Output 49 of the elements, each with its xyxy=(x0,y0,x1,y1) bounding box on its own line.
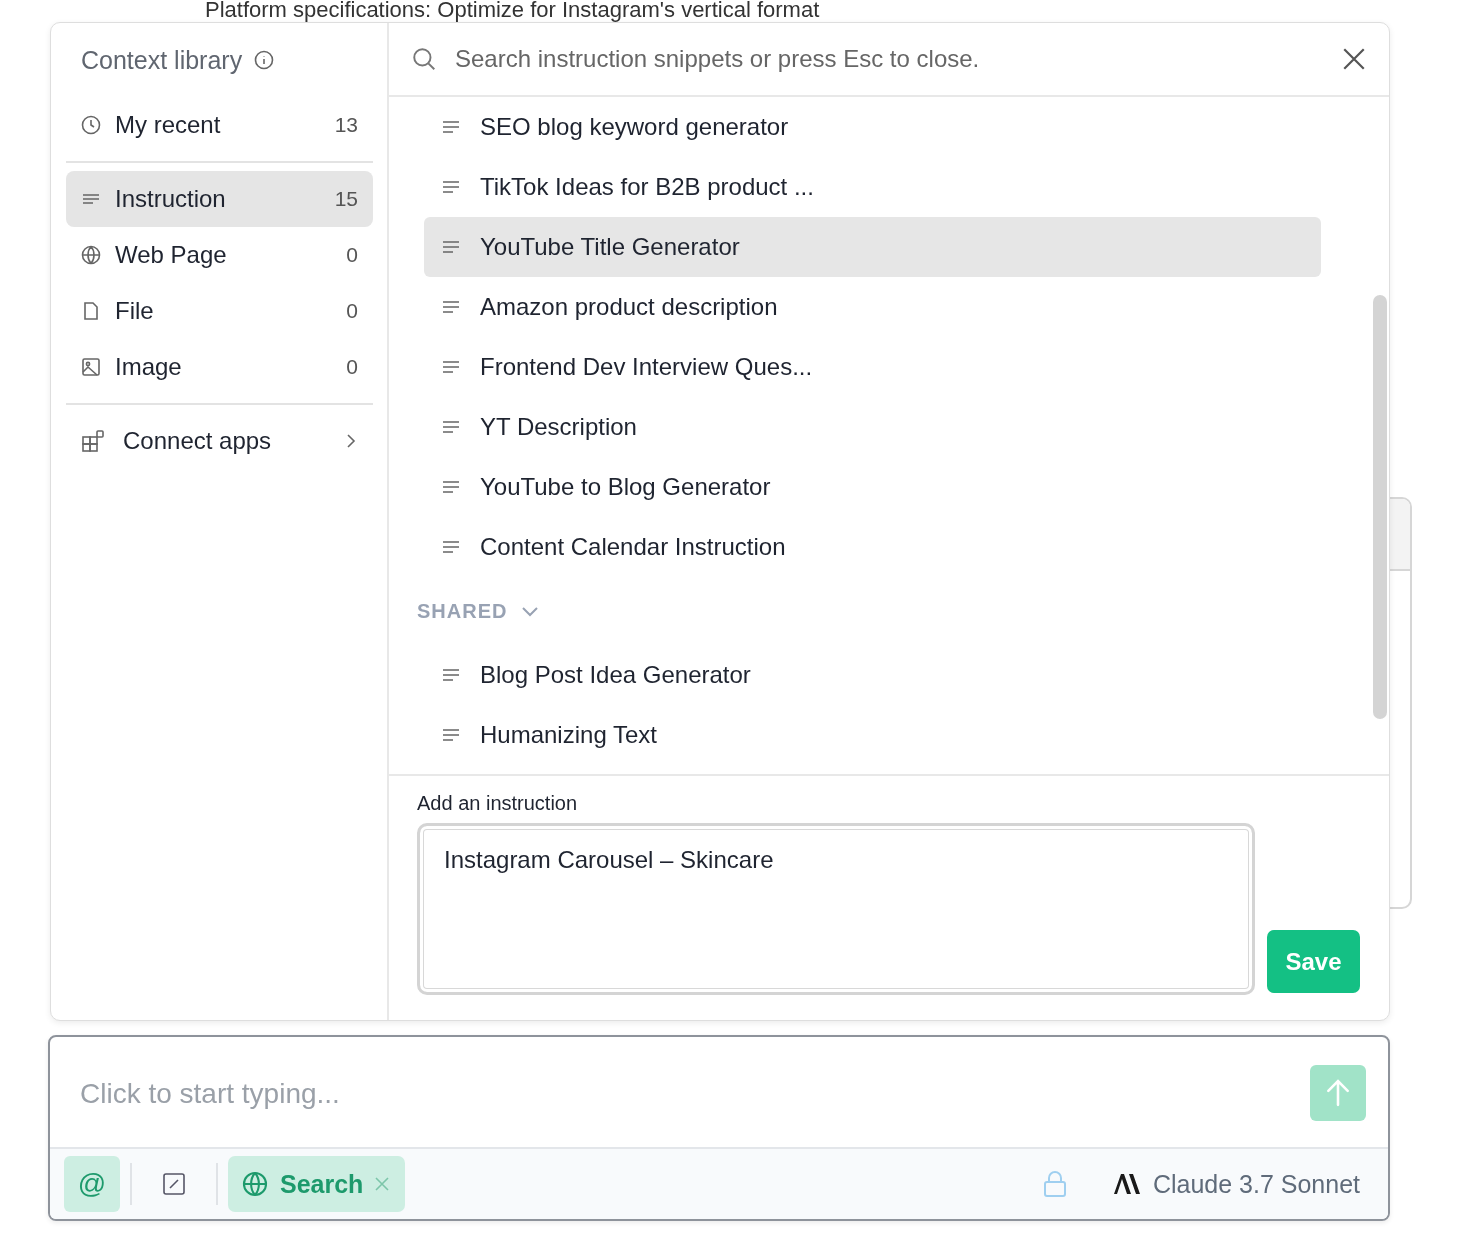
sidebar-item[interactable]: File 0 xyxy=(66,283,373,339)
add-instruction-label: Add an instruction xyxy=(417,792,579,815)
edit-icon xyxy=(162,1172,186,1196)
close-icon xyxy=(375,1177,390,1191)
lines-icon xyxy=(442,360,460,374)
lines-icon xyxy=(442,480,460,494)
sidebar-item[interactable]: Web Page 0 xyxy=(66,227,373,283)
sidebar-item[interactable]: Image 0 xyxy=(66,339,373,395)
sidebar-item[interactable]: Instruction 15 xyxy=(66,171,373,227)
lock-icon xyxy=(1042,1170,1067,1198)
background-text: Platform specifications: Optimize for Instagram's vertical format xyxy=(204,0,821,22)
snippet-item[interactable]: Amazon product description xyxy=(424,277,1321,337)
snippet-item[interactable]: TikTok Ideas for B2B product ... xyxy=(424,157,1321,217)
search-field[interactable]: Search instruction snippets or press Esc to close. xyxy=(453,44,1325,74)
instruction-input[interactable]: Instagram Carousel – Skincare xyxy=(417,823,1255,995)
close-icon[interactable] xyxy=(1341,46,1367,72)
lines-icon xyxy=(442,540,460,554)
image-icon xyxy=(81,357,101,377)
message-field[interactable]: Click to start typing... xyxy=(78,1077,1310,1111)
apps-icon xyxy=(81,428,107,454)
arrow-up-icon xyxy=(1325,1079,1351,1107)
snippet-item[interactable]: YouTube to Blog Generator xyxy=(424,457,1321,517)
lines-icon xyxy=(442,240,460,254)
snippet-item[interactable]: Frontend Dev Interview Ques... xyxy=(424,337,1321,397)
lines-icon xyxy=(442,728,460,742)
logo-icon xyxy=(1112,1173,1141,1195)
lines-icon xyxy=(442,420,460,434)
globe-icon xyxy=(81,245,101,265)
panel-title: Context library xyxy=(81,45,243,75)
sidebar-item[interactable]: My recent 13 xyxy=(66,97,373,153)
connect-apps-item[interactable]: Connect apps xyxy=(66,413,373,469)
info-icon xyxy=(254,50,275,70)
snippet-item[interactable]: Blog Post Idea Generator xyxy=(424,645,1321,705)
snippet-item[interactable]: Content Calendar Instruction xyxy=(424,517,1321,577)
lines-icon xyxy=(442,120,460,134)
lines-icon xyxy=(442,180,460,194)
file-icon xyxy=(81,301,101,321)
snippet-item[interactable]: Humanizing Text xyxy=(424,705,1321,765)
model-selector[interactable]: Claude 3.7 Sonnet xyxy=(1112,1169,1360,1199)
clock-icon xyxy=(81,115,101,135)
scrollbar[interactable] xyxy=(1373,295,1387,719)
snippet-item[interactable]: YouTube Title Generator xyxy=(424,217,1321,277)
lines-icon xyxy=(442,668,460,682)
snippet-item[interactable]: YT Description xyxy=(424,397,1321,457)
chevron-right-icon xyxy=(344,432,358,450)
globe-icon xyxy=(242,1171,268,1197)
lines-icon xyxy=(442,300,460,314)
snippet-item[interactable]: SEO blog keyword generator xyxy=(424,97,1321,157)
search-icon xyxy=(411,46,437,72)
